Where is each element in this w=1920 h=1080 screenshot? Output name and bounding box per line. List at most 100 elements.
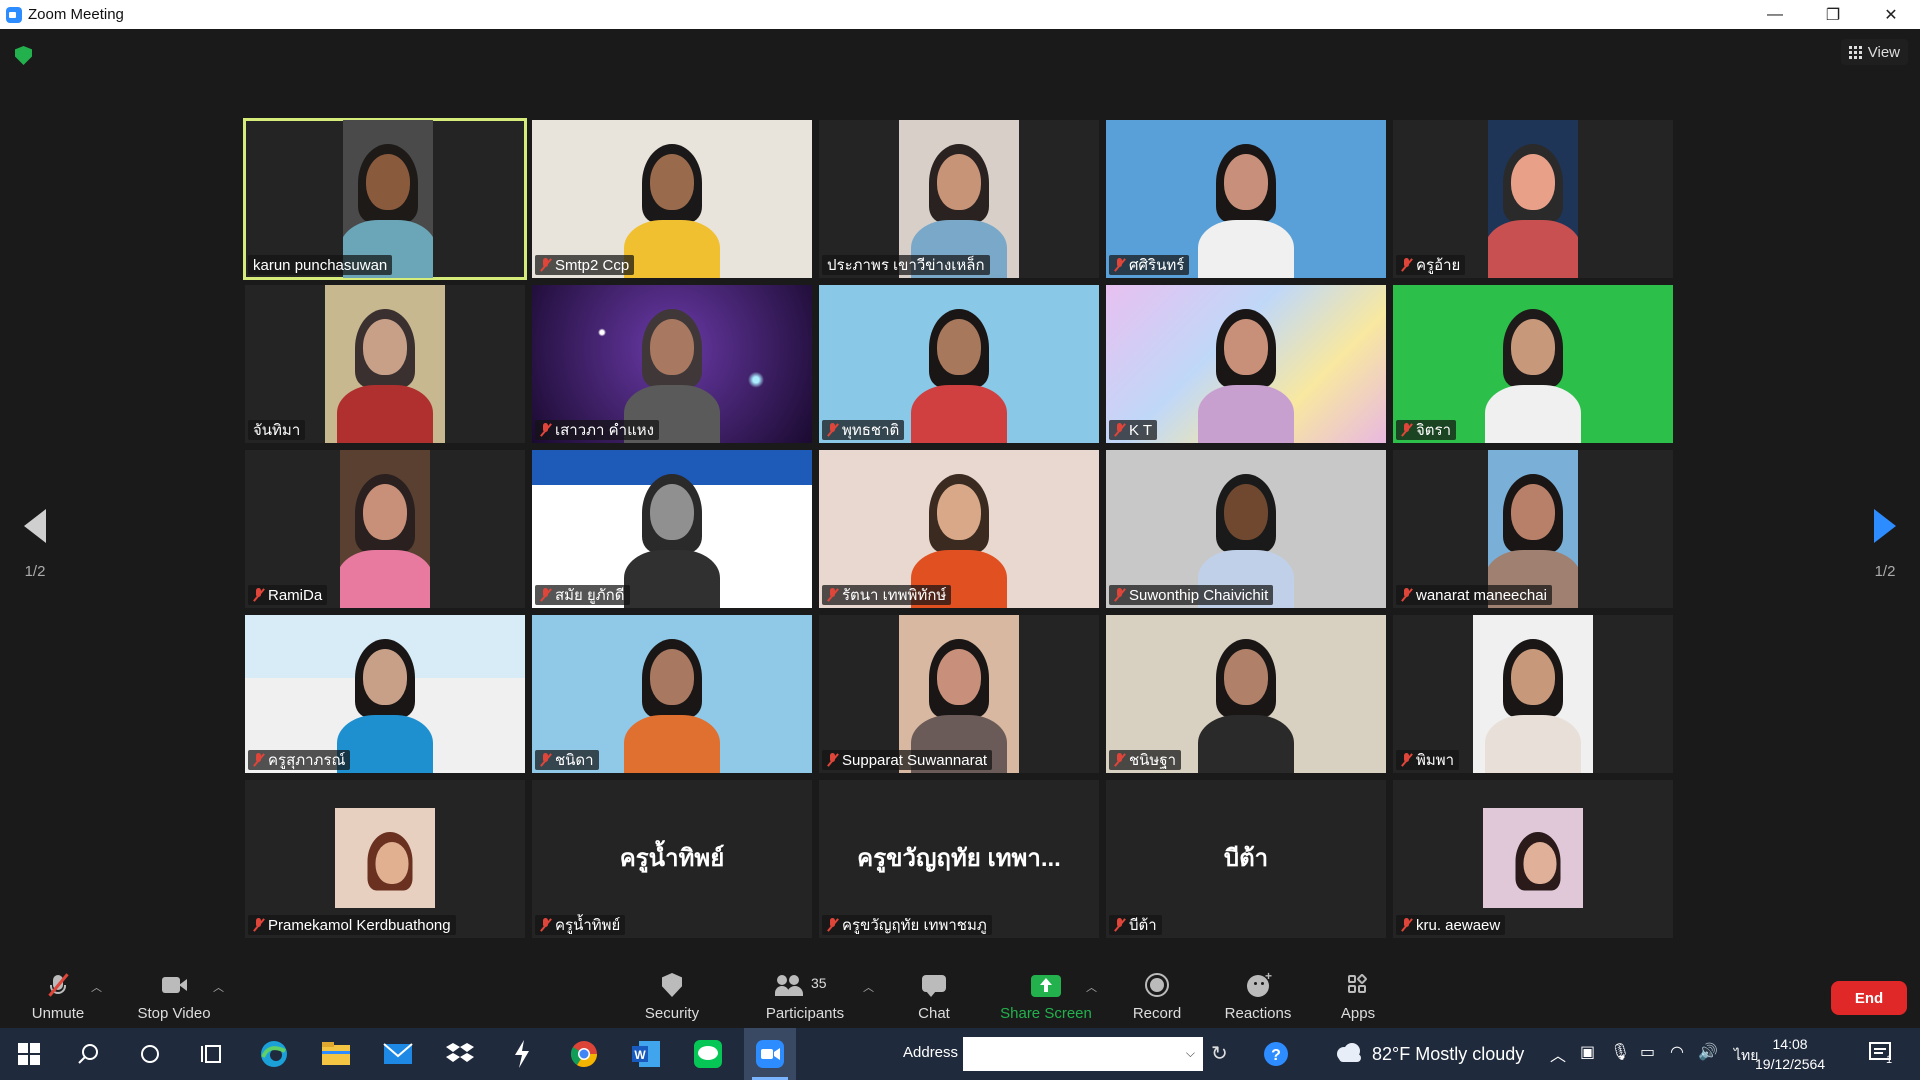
cortana-button[interactable] [124,1028,176,1080]
next-page-button[interactable]: 1/2 [1865,509,1905,609]
participant-tile[interactable]: พิมพา [1393,615,1673,773]
participant-tile[interactable]: karun punchasuwan [243,118,527,280]
participant-tile[interactable]: ประภาพร เขาวีข่างเหล็ก [819,120,1099,278]
participant-name-tag: Pramekamol Kerdbuathong [248,915,456,935]
reactions-button[interactable]: + Reactions [1223,965,1293,1028]
participant-tile[interactable]: ชนิษฐา [1106,615,1386,773]
search-icon [78,1044,98,1064]
view-button[interactable]: View [1840,39,1908,65]
participant-tile[interactable]: ครูขวัญฤทัย เทพา... ครูขวัญฤทัย เทพาชมภู [819,780,1099,938]
minimize-button[interactable]: — [1746,0,1804,29]
previous-page-button[interactable]: 1/2 [15,509,55,609]
taskbar-edge[interactable] [248,1028,300,1080]
edge-browser-icon [261,1041,287,1067]
help-question-icon[interactable]: ? [1262,1040,1290,1068]
participant-tile[interactable]: จิตรา [1393,285,1673,443]
microphone-muted-icon [253,588,264,602]
tray-microphone-icon[interactable]: 🎙 [1610,1042,1630,1062]
participant-tile[interactable]: ศศิรินทร์ [1106,120,1386,278]
apps-button[interactable]: Apps [1338,965,1378,1028]
stop-video-label: Stop Video [137,1005,211,1022]
participant-tile[interactable]: K T [1106,285,1386,443]
volume-icon[interactable]: 🔊 [1698,1042,1718,1062]
participant-tile[interactable]: Smtp2 Ccp [532,120,812,278]
participant-display-name: บีต้า [1223,845,1269,872]
security-button[interactable]: Security [640,965,704,1028]
participant-tile[interactable]: ครูอ้าย [1393,120,1673,278]
participants-button[interactable]: 35 Participants [760,965,850,1028]
record-button[interactable]: Record [1131,965,1183,1028]
lightning-app-icon [515,1040,529,1068]
participant-tile[interactable]: เสาวภา คำแหง [532,285,812,443]
address-input[interactable]: ⌵ [963,1037,1203,1071]
tray-device-icon[interactable]: ▣ [1580,1042,1595,1062]
clock[interactable]: 14:08 19/12/2564 [1755,1034,1825,1074]
share-screen-button[interactable]: Share Screen [1000,965,1092,1028]
participant-name-tag: จิตรา [1396,420,1457,440]
participant-name-tag: ครูอ้าย [1396,255,1466,275]
participant-video [1473,615,1593,773]
participant-display-name: ครูน้ำทิพย์ [619,845,725,872]
audio-options-caret-icon[interactable]: ︿ [91,979,102,995]
taskbar-file-explorer[interactable] [310,1028,362,1080]
share-options-caret-icon[interactable]: ︿ [1086,979,1097,995]
microphone-muted-icon [1114,258,1125,272]
encryption-shield-icon[interactable] [15,46,32,65]
taskbar-mail[interactable] [372,1028,424,1080]
taskbar-word[interactable]: W [620,1028,672,1080]
taskbar-dropbox[interactable] [434,1028,486,1080]
chat-bubble-icon [920,973,948,997]
participant-tile[interactable]: รัตนา เทพพิทักษ์ [819,450,1099,608]
microphone-muted-icon [1401,588,1412,602]
participant-tile[interactable]: wanarat maneechai [1393,450,1673,608]
microphone-muted-icon [253,918,264,932]
taskbar-chrome[interactable] [558,1028,610,1080]
microphone-muted-icon [1401,423,1412,437]
video-options-caret-icon[interactable]: ︿ [213,979,224,995]
participant-tile[interactable]: RamiDa [245,450,525,608]
folder-icon [322,1042,350,1065]
participant-tile[interactable]: สมัย ยูภักดี [532,450,812,608]
taskbar-line[interactable] [682,1028,734,1080]
microphone-muted-icon [827,423,838,437]
end-meeting-button[interactable]: End [1831,981,1907,1015]
participant-tile[interactable]: Pramekamol Kerdbuathong [245,780,525,938]
participants-options-caret-icon[interactable]: ︿ [863,979,874,995]
taskbar-app-lightning[interactable] [496,1028,548,1080]
refresh-icon[interactable]: ↻ [1211,1041,1228,1066]
participant-tile[interactable]: บีต้า บีต้า [1106,780,1386,938]
unmute-button[interactable]: Unmute [28,965,88,1028]
dropbox-icon [446,1043,474,1062]
search-button[interactable] [62,1028,114,1080]
taskbar-zoom[interactable] [744,1028,796,1080]
restore-button[interactable]: ❐ [1804,0,1862,29]
participant-tile[interactable]: ครูสุภาภรณ์ [245,615,525,773]
zoom-app-icon [6,6,22,23]
chat-button[interactable]: Chat [914,965,954,1028]
dropdown-chevron-icon[interactable]: ⌵ [1186,1046,1195,1061]
word-icon: W [632,1041,660,1067]
participant-name: RamiDa [268,586,323,604]
microphone-muted-icon [540,258,551,272]
wifi-icon[interactable]: ◠ [1670,1042,1684,1062]
close-button[interactable]: ✕ [1862,0,1920,29]
participant-tile[interactable]: kru. aewaew [1393,780,1673,938]
reactions-label: Reactions [1224,1005,1292,1022]
participant-tile[interactable]: Suwonthip Chaivichit [1106,450,1386,608]
participant-tile[interactable]: ครูน้ำทิพย์ ครูน้ำทิพย์ [532,780,812,938]
participant-video [340,450,430,608]
participant-tile[interactable]: จันทิมา [245,285,525,443]
participant-tile[interactable]: Supparat Suwannarat [819,615,1099,773]
battery-icon[interactable]: ▭ [1640,1042,1655,1062]
weather-text[interactable]: 82°F Mostly cloudy [1372,1044,1524,1065]
participant-tile[interactable]: พุทธชาติ [819,285,1099,443]
task-view-button[interactable] [186,1028,238,1080]
participant-name-tag: ชนิดา [535,750,599,770]
participant-name-tag: Supparat Suwannarat [822,750,993,770]
participant-tile[interactable]: ชนิดา [532,615,812,773]
start-button[interactable] [3,1028,55,1080]
record-label: Record [1132,1005,1182,1022]
stop-video-button[interactable]: Stop Video [133,965,215,1028]
tray-overflow-chevron-icon[interactable]: ︿ [1550,1042,1566,1066]
microphone-muted-icon [1114,918,1125,932]
